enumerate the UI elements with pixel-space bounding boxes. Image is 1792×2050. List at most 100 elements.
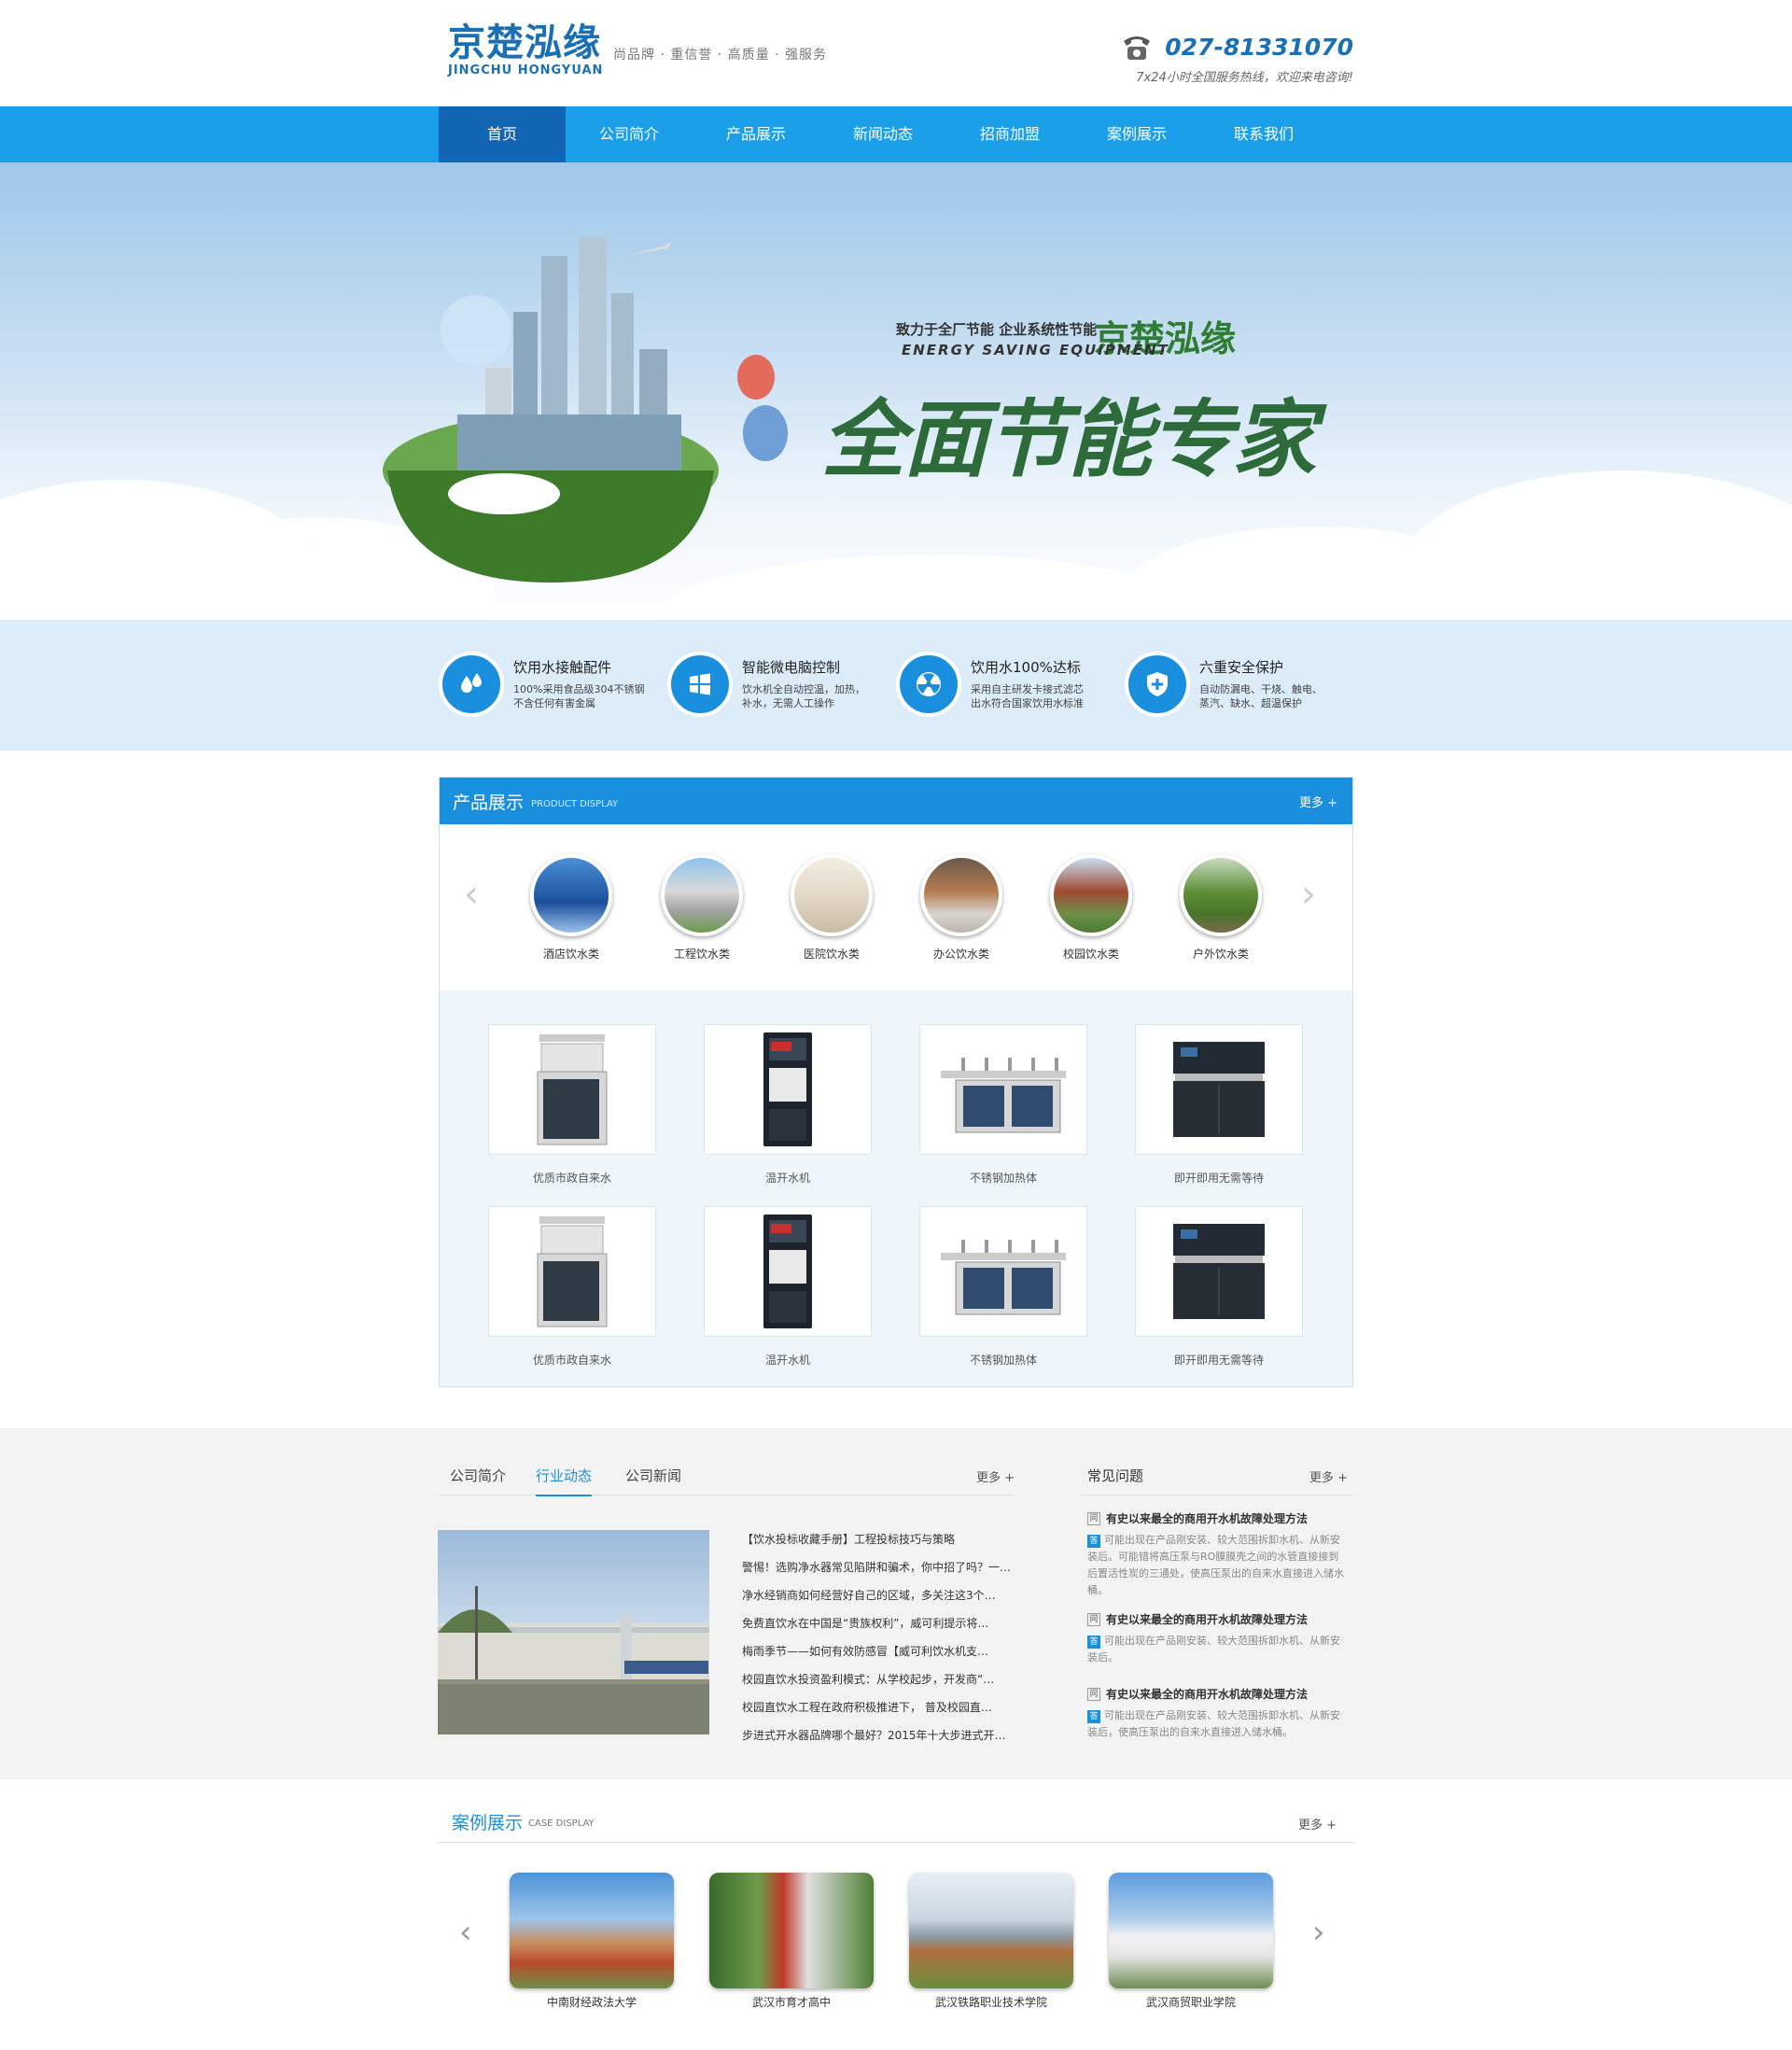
product-label: 温开水机 (764, 1172, 810, 1185)
case-more-link[interactable]: 更多 + (1298, 1815, 1337, 1832)
feature-strip: 饮用水接触配件 100%采用食品级304不锈钢 不含任何有害金属 智能微电脑控制 … (0, 620, 1792, 751)
category-item[interactable]: 办公饮水类 (915, 854, 1008, 962)
feature-title: 饮用水接触配件 (513, 659, 612, 676)
water-drops-icon (439, 652, 504, 717)
tab-company-intro[interactable]: 公司简介 (450, 1466, 506, 1485)
answer-icon: 答 (1087, 1710, 1100, 1723)
faq-question[interactable]: 有史以来最全的商用开水机故障处理方法 (1106, 1510, 1308, 1526)
faq-item: 问有史以来最全的商用开水机故障处理方法 答可能出现在产品刚安装、较大范围拆卸水机… (1087, 1510, 1349, 1599)
hotline-number[interactable]: 027-81331070 (1165, 34, 1353, 61)
news-item[interactable]: 梅雨季节——如何有效防感冒【威可利饮水机支… (742, 1637, 1022, 1665)
news-item[interactable]: 【饮水投标收藏手册】工程投标技巧与策略 (742, 1525, 1022, 1553)
news-item[interactable]: 净水经销商如何经营好自己的区域，多关注这3个… (742, 1581, 1022, 1609)
case-card[interactable]: 武汉商贸职业学院 (1107, 1873, 1275, 2010)
category-item[interactable]: 工程饮水类 (655, 854, 749, 962)
product-card[interactable]: 不锈钢加热体 (919, 1024, 1087, 1186)
nav-about[interactable]: 公司简介 (566, 106, 693, 162)
site-logo[interactable]: 京楚泓缘 JINGCHU HONGYUAN (448, 22, 603, 78)
news-item[interactable]: 警惕！选购净水器常见陷阱和骗术，你中招了吗？一… (742, 1553, 1022, 1581)
news-item[interactable]: 校园直饮水工程在政府积极推进下， 普及校园直… (742, 1693, 1022, 1721)
logo-chinese: 京楚泓缘 (448, 21, 601, 64)
product-card[interactable]: 即开即用无需等待 (1135, 1206, 1303, 1368)
category-label: 酒店饮水类 (542, 948, 599, 961)
feature-item: 饮用水接触配件 100%采用食品级304不锈钢 不含任何有害金属 (439, 652, 667, 717)
feature-desc: 自动防漏电、干烧、触电、 (1199, 683, 1323, 695)
faq-question[interactable]: 有史以来最全的商用开水机故障处理方法 (1106, 1611, 1308, 1627)
case-image (909, 1873, 1073, 1988)
feature-title: 饮用水100%达标 (971, 659, 1081, 676)
tab-company-news[interactable]: 公司新闻 (625, 1466, 681, 1485)
faq-answer: 可能出现在产品刚安装、较大范围拆卸水机、从新安装后。可能错将高压泵与RO膜膜壳之… (1087, 1534, 1344, 1596)
category-item[interactable]: 校园饮水类 (1044, 854, 1138, 962)
hotline-caption: 7x24小时全国服务热线，欢迎来电咨询! (1136, 71, 1353, 85)
product-label: 不锈钢加热体 (969, 1172, 1037, 1185)
case-section-header: 案例展示 CASE DISPLAY 更多 + (439, 1804, 1353, 1843)
feature-item: 六重安全保护 自动防漏电、干烧、触电、 蒸汽、缺水、超温保护 (1125, 652, 1353, 717)
product-section-title: 产品展示 (453, 792, 525, 813)
case-card[interactable]: 中南财经政法大学 (508, 1873, 676, 2010)
feature-item: 饮用水100%达标 采用自主研发卡接式滤芯 出水符合国家饮用水标准 (896, 652, 1125, 717)
news-item[interactable]: 免费直饮水在中国是“贵族权利”，威可利提示将… (742, 1609, 1022, 1637)
product-image (704, 1206, 872, 1337)
product-label: 即开即用无需等待 (1173, 1172, 1264, 1185)
product-card[interactable]: 优质市政自来水 (488, 1206, 656, 1368)
nav-contact[interactable]: 联系我们 (1200, 106, 1327, 162)
banner-english: ENERGY SAVING EQUIPMENT (902, 342, 1169, 358)
category-item[interactable]: 医院饮水类 (785, 854, 878, 962)
case-card[interactable]: 武汉铁路职业技术学院 (907, 1873, 1075, 2010)
feature-title: 六重安全保护 (1199, 659, 1284, 676)
category-item[interactable]: 户外饮水类 (1174, 854, 1267, 962)
news-tabs: 公司简介 行业动态 公司新闻 更多 + (439, 1458, 1015, 1496)
feature-desc: 出水符合国家饮用水标准 (971, 697, 1084, 709)
feature-desc: 100%采用食品级304不锈钢 (513, 683, 645, 695)
header-slogan: 尚品牌 · 重信誉 · 高质量 · 强服务 (613, 48, 828, 63)
news-feature-image (438, 1530, 709, 1734)
category-label: 医院饮水类 (803, 948, 860, 961)
chevron-right-icon[interactable]: › (1301, 873, 1316, 916)
category-image (1180, 854, 1262, 936)
feature-item: 智能微电脑控制 饮水机全自动控温，加热， 补水，无需人工操作 (667, 652, 896, 717)
news-item[interactable]: 校园直饮水投资盈利模式：从学校起步，开发商“… (742, 1665, 1022, 1693)
category-carousel: ‹ 酒店饮水类 工程饮水类 医院饮水类 办公饮水类 校园饮水类 户外饮水类 › (440, 824, 1352, 990)
product-card[interactable]: 即开即用无需等待 (1135, 1024, 1303, 1186)
case-card[interactable]: 武汉市育才高中 (707, 1873, 875, 2010)
faq-question[interactable]: 有史以来最全的商用开水机故障处理方法 (1106, 1686, 1308, 1702)
product-image (1135, 1024, 1303, 1155)
telephone-icon (1124, 36, 1151, 60)
product-image (704, 1024, 872, 1155)
logo-english: JINGCHU HONGYUAN (448, 63, 604, 77)
news-more-link[interactable]: 更多 + (976, 1467, 1015, 1485)
chevron-right-icon[interactable]: › (1312, 1914, 1325, 1951)
product-label: 优质市政自来水 (532, 1172, 611, 1185)
faq-more-link[interactable]: 更多 + (1309, 1467, 1348, 1485)
product-section-subtitle: PRODUCT DISPLAY (531, 798, 619, 809)
shield-icon (1125, 652, 1190, 717)
floating-island-illustration (383, 237, 788, 583)
question-icon: 问 (1087, 1612, 1100, 1626)
product-card[interactable]: 不锈钢加热体 (919, 1206, 1087, 1368)
chevron-left-icon[interactable]: ‹ (464, 873, 479, 916)
answer-icon: 答 (1087, 1636, 1100, 1649)
nav-products[interactable]: 产品展示 (693, 106, 819, 162)
nav-home[interactable]: 首页 (439, 106, 566, 162)
nav-franchise[interactable]: 招商加盟 (946, 106, 1073, 162)
case-label: 武汉铁路职业技术学院 (934, 1996, 1047, 2009)
nav-news[interactable]: 新闻动态 (819, 106, 946, 162)
category-image (920, 854, 1002, 936)
chevron-left-icon[interactable]: ‹ (459, 1914, 472, 1951)
product-more-link[interactable]: 更多 + (1299, 793, 1337, 810)
case-label: 武汉市育才高中 (751, 1996, 831, 2009)
answer-icon: 答 (1087, 1535, 1100, 1548)
category-label: 户外饮水类 (1192, 948, 1249, 961)
category-item[interactable]: 酒店饮水类 (525, 854, 618, 962)
tab-industry-news[interactable]: 行业动态 (536, 1466, 593, 1496)
news-item[interactable]: 步进式开水器品牌哪个最好？2015年十大步进式开… (742, 1721, 1022, 1749)
case-section-subtitle: CASE DISPLAY (528, 1818, 595, 1829)
category-image (791, 854, 873, 936)
nav-cases[interactable]: 案例展示 (1073, 106, 1200, 162)
product-card[interactable]: 温开水机 (704, 1206, 872, 1368)
product-card[interactable]: 优质市政自来水 (488, 1024, 656, 1186)
category-label: 办公饮水类 (932, 948, 989, 961)
case-label: 中南财经政法大学 (546, 1996, 637, 2009)
product-card[interactable]: 温开水机 (704, 1024, 872, 1186)
